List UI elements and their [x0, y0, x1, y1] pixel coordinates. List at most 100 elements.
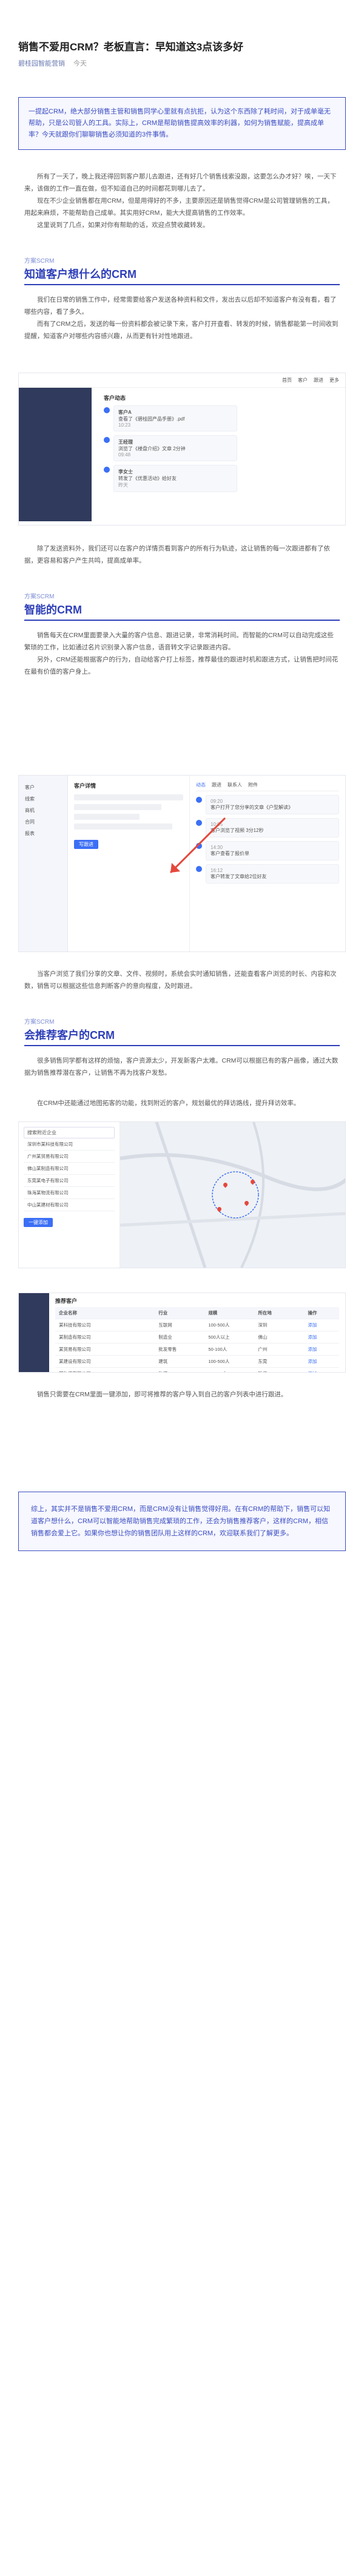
list-item[interactable]: 广州某贸易有限公司	[24, 1151, 115, 1163]
feed-item-time: 09:48	[118, 452, 131, 458]
list-item[interactable]: 佛山某制造有限公司	[24, 1163, 115, 1175]
table-cell: 某制造有限公司	[55, 1331, 155, 1344]
table-cell: 佛山	[254, 1331, 305, 1344]
table-cell: 珠海	[254, 1368, 304, 1372]
author-link[interactable]: 碧桂园智能营销	[18, 58, 65, 68]
avatar	[104, 437, 110, 443]
feed-item-text: 查看了《碧桂园产品手册》.pdf	[118, 416, 185, 422]
table-body: 某科技有限公司 互联网 100-500人 深圳 添加 某制造有限公司 制造业 500人以上 佛山…	[55, 1319, 339, 1372]
map-list-panel: 搜索附近企业 深圳市某科技有限公司 广州某贸易有限公司 佛山某制造有限公司 东莞…	[19, 1122, 120, 1268]
section-title: 知道客户想什么的CRM	[24, 268, 136, 280]
table-cell: 100-500人	[204, 1356, 255, 1368]
feed-item-time: 10:23	[118, 422, 131, 428]
sidebar-item[interactable]: 线索	[19, 793, 67, 805]
add-all-button[interactable]: 一键添加	[24, 1218, 53, 1227]
section-kicker: 方案SCRM	[24, 1019, 55, 1026]
paragraph: 在CRM中还能通过地图拓客的功能，找到附近的客户，规划最优的拜访路线，提升拜访效…	[37, 1100, 300, 1107]
paragraph: 另外，CRM还能根据客户的行为，自动给客户打上标签，推荐最佳的跟进时机和跟进方式…	[24, 656, 339, 675]
section-kicker: 方案SCRM	[24, 258, 55, 265]
article: 销售不爱用CRM？老板直言：早知道这3点该多好 碧桂园智能营销 今天 一提起CR…	[0, 0, 364, 1551]
section-kicker: 方案SCRM	[24, 593, 55, 600]
section-title: 智能的CRM	[24, 604, 82, 616]
screenshot-client-feed: 首页 客户 跟进 更多 客户动态 客户A 查看了《碧桂园产品手册》.pdf 10…	[18, 373, 346, 526]
section-title: 会推荐客户的CRM	[24, 1029, 115, 1041]
section-heading: 方案SCRM 智能的CRM	[24, 591, 340, 621]
tab-contacts[interactable]: 联系人	[228, 782, 242, 788]
tab-dynamic[interactable]: 动态	[196, 782, 206, 788]
table-row: 某物流有限公司物流50-100人珠海添加	[55, 1368, 339, 1372]
table-title: 推荐客户	[55, 1298, 78, 1304]
screenshot-recommend-table: 推荐客户 企业名称 行业 规模 所在地 操作 某科技有限公司 互联网 100-500…	[18, 1293, 346, 1373]
feed-item[interactable]: 王经理 浏览了《楼盘介绍》文章 2分钟 09:48	[104, 435, 237, 461]
table-row: 某制造有限公司 制造业 500人以上 佛山 添加	[55, 1331, 339, 1344]
publish-time: 今天	[73, 60, 87, 67]
table-cell: 批发零售	[155, 1344, 205, 1356]
table-cell: 某科技有限公司	[55, 1319, 155, 1331]
paragraph: 很多销售同学都有这样的烦恼，客户资源太少，开发新客户太难。CRM可以根据已有的客…	[24, 1057, 339, 1077]
sidebar-item[interactable]: 商机	[19, 805, 67, 816]
table-cell: 某物流有限公司	[55, 1368, 155, 1372]
add-client-link[interactable]: 添加	[304, 1319, 339, 1331]
add-client-link[interactable]: 添加	[304, 1331, 339, 1344]
nav-tab[interactable]: 更多	[329, 377, 339, 384]
add-client-link[interactable]: 添加	[304, 1344, 339, 1356]
feed-item-name: 客户A	[118, 410, 132, 415]
table-cell: 某建设有限公司	[55, 1356, 155, 1368]
table-cell: 50-100人	[204, 1344, 255, 1356]
table-cell: 互联网	[155, 1319, 205, 1331]
feed-item[interactable]: 客户A 查看了《碧桂园产品手册》.pdf 10:23	[104, 405, 237, 431]
nav-tab[interactable]: 首页	[282, 377, 292, 384]
sidebar-item[interactable]: 合同	[19, 816, 67, 828]
table-cell: 某贸易有限公司	[55, 1344, 155, 1356]
article-meta: 碧桂园智能营销 今天	[0, 55, 364, 68]
article-title: 销售不爱用CRM？老板直言：早知道这3点该多好	[18, 41, 244, 53]
nav-tab[interactable]: 客户	[298, 377, 308, 384]
table-cell: 广州	[254, 1344, 305, 1356]
paragraph: 销售只需要在CRM里面一键添加，即可将推荐的客户导入到自己的客户列表中进行跟进。	[37, 1391, 288, 1398]
table-row: 某贸易有限公司 批发零售 50-100人 广州 添加	[55, 1344, 339, 1356]
list-item[interactable]: 深圳市某科技有限公司	[24, 1138, 115, 1151]
top-nav: 首页 客户 跟进 更多	[19, 373, 345, 388]
table-cell: 制造业	[155, 1331, 205, 1344]
tab-followup[interactable]: 跟进	[212, 782, 221, 788]
sidebar-item[interactable]: 报表	[19, 828, 67, 839]
tab-attachments[interactable]: 附件	[248, 782, 258, 788]
table-cell: 深圳	[254, 1319, 305, 1331]
screenshot-client-detail: 客户 线索 商机 合同 报表 客户详情 写跟进 动态 跟进 联系人 附件 09:…	[18, 775, 346, 952]
detail-sidebar: 客户 线索 商机 合同 报表	[19, 776, 68, 952]
list-item[interactable]: 中山某建材有限公司	[24, 1199, 115, 1211]
feed-item-name: 李女士	[118, 469, 133, 475]
paragraph: 我们在日常的销售工作中，经常需要给客户发送各种资料和文件，发出去以后却不知道客户…	[24, 296, 337, 316]
detail-head: 客户详情	[74, 783, 96, 789]
table-cell: 东莞	[254, 1356, 305, 1368]
table-row: 某科技有限公司 互联网 100-500人 深圳 添加	[55, 1319, 339, 1331]
add-client-link[interactable]: 添加	[304, 1356, 339, 1368]
table-cell: 物流	[155, 1368, 204, 1372]
table-header: 企业名称 行业 规模 所在地 操作	[55, 1307, 339, 1319]
table-row: 某建设有限公司 建筑 100-500人 东莞 添加	[55, 1356, 339, 1368]
paragraph: 当客户浏览了我们分享的文章、文件、视频时，系统会实时通知销售，还能查看客户浏览的…	[24, 970, 337, 990]
feed-item-text: 浏览了《楼盘介绍》文章 2分钟	[118, 446, 186, 451]
feed-item[interactable]: 李女士 转发了《优惠活动》给好友 昨天	[104, 465, 237, 492]
list-item[interactable]: 珠海某物流有限公司	[24, 1187, 115, 1199]
arrow-annotation	[169, 817, 226, 874]
outro-box: 综上，其实并不是销售不爱用CRM，而是CRM没有让销售觉得好用。在有CRM的帮助…	[18, 1492, 346, 1551]
screenshot-map-prospecting: 搜索附近企业 深圳市某科技有限公司 广州某贸易有限公司 佛山某制造有限公司 东莞…	[18, 1121, 346, 1268]
sidebar-item[interactable]: 客户	[19, 782, 67, 793]
paragraph: 除了发送资料外，我们还可以在客户的详情页看到客户的所有行为轨迹，这让销售的每一次…	[24, 545, 330, 564]
table-cell: 500人以上	[204, 1331, 255, 1344]
map-search-input[interactable]: 搜索附近企业	[24, 1127, 115, 1138]
map-view[interactable]	[120, 1122, 345, 1268]
table-cell: 建筑	[155, 1356, 205, 1368]
avatar	[104, 407, 110, 413]
section-heading: 方案SCRM 知道客户想什么的CRM	[24, 255, 340, 285]
add-client-link[interactable]: 添加	[305, 1368, 339, 1372]
write-followup-button[interactable]: 写跟进	[74, 840, 98, 849]
list-item[interactable]: 东莞某电子有限公司	[24, 1175, 115, 1187]
paragraph: 现在不少企业销售都在用CRM，但是用得好的不多，主要原因还是销售觉得CRM是公司…	[24, 197, 334, 217]
paragraph: 这里说到了几点，如果对你有帮助的话，欢迎点赞收藏转发。	[37, 221, 209, 229]
intro-box: 一提起CRM，绝大部分销售主管和销售同学心里就有点抗拒，认为这个东西除了耗时间，…	[18, 97, 346, 150]
avatar	[104, 467, 110, 473]
nav-tab[interactable]: 跟进	[314, 377, 323, 384]
feed-title: 客户动态	[104, 395, 126, 401]
